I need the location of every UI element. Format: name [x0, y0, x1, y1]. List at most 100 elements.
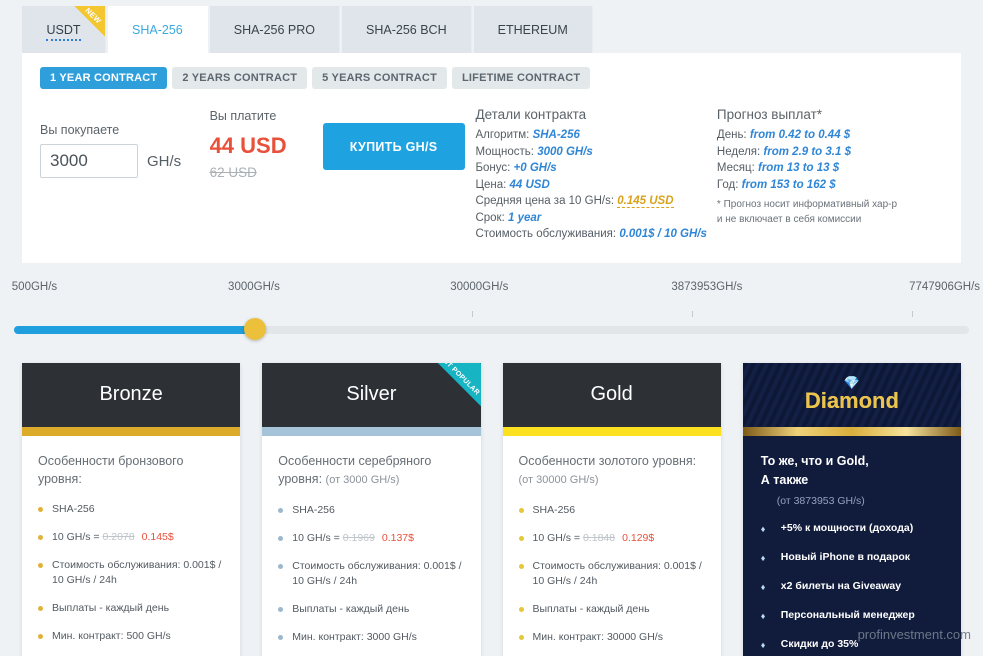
detail-label: Бонус: [475, 162, 511, 174]
feature-text: SHA-256 [532, 503, 576, 516]
feature-text: 10 GH/s = [532, 531, 583, 544]
contract-term-1-year[interactable]: 1 YEAR CONTRACT [40, 67, 168, 89]
contract-term-lifetime[interactable]: LIFETIME CONTRACT [452, 67, 591, 89]
silver-accent-bar [262, 426, 481, 436]
list-item: ♦ Скидки до 35% [761, 637, 945, 652]
list-item: SHA-256 [278, 503, 464, 518]
quantity-input[interactable] [40, 144, 138, 178]
slider-tick-label-2: 30000GH/s [450, 280, 509, 293]
contract-details-section: Детали контракта Алгоритм: SHA-256 Мощно… [471, 105, 706, 243]
feature-text: SHA-256 [52, 502, 95, 515]
forecast-disclaimer-line2: и не включает в себя комиссии [716, 214, 862, 225]
gold-accent-bar [502, 426, 721, 436]
forecast-value: from 0.42 to 0.44 $ [749, 129, 851, 141]
tab-ethereum[interactable]: ETHEREUM [473, 6, 593, 53]
bronze-title: Bronze [99, 383, 163, 405]
diamond-bullet-icon: ♦ [760, 552, 766, 563]
bullet-icon [518, 563, 524, 569]
feature-text: Стоимость обслуживания: 0.001$ / 10 GH/s… [52, 558, 222, 586]
tab-ethereum-label: ETHEREUM [497, 23, 568, 37]
diamond-title: Diamond [804, 387, 899, 413]
detail-label: Срок: [475, 211, 505, 224]
slider-tick-mark-2 [472, 310, 474, 317]
list-item: 10 GH/s = 0.2078 0.145$ [38, 530, 224, 545]
pricing-page: USDT NEW SHA-256 SHA-256 PRO SHA-256 BCH… [0, 0, 983, 656]
bronze-header: Bronze [22, 362, 241, 427]
tab-sha256-pro[interactable]: SHA-256 PRO [209, 6, 341, 53]
contract-term-2-years[interactable]: 2 YEARS CONTRACT [172, 67, 308, 89]
forecast-row-day: День: from 0.42 to 0.44 $ [717, 127, 943, 144]
list-item: Стоимость обслуживания: 0.001$ / 10 GH/s… [278, 559, 464, 589]
detail-row-bonus: Бонус: +0 GH/s [475, 160, 706, 177]
forecast-title: Прогноз выплат* [716, 107, 823, 122]
hashrate-slider-section: 500GH/s 3000GH/s 30000GH/s 3873953GH/s 7… [0, 281, 983, 351]
tier-card-diamond: 💎 Diamond То же, что и Gold, А также (от… [742, 362, 961, 656]
silver-body: Особенности серебряного уровня: (от 3000… [262, 436, 480, 656]
feature-text: Персональный менеджер [780, 608, 915, 621]
feature-text: Стоимость обслуживания: 0.001$ / 10 GH/s… [532, 559, 702, 587]
forecast-disclaimer-line1: * Прогноз носит информативный хар-р [716, 199, 898, 210]
detail-row-term: Срок: 1 year [475, 210, 706, 227]
silver-features-title: Особенности серебряного уровня: (от 3000… [278, 452, 464, 489]
you-buy-label: Вы покупаете [40, 123, 120, 137]
detail-value: 3000 GH/s [537, 145, 593, 158]
bronze-feature-list: SHA-256 10 GH/s = 0.2078 0.145$ Стоимость… [38, 502, 224, 644]
detail-value: SHA-256 [532, 129, 580, 141]
tab-sha256[interactable]: SHA-256 [108, 6, 208, 53]
diamond-bullet-icon: ♦ [760, 639, 766, 650]
bullet-icon [278, 606, 284, 612]
feature-text: 10 GH/s = [52, 530, 103, 543]
forecast-row-month: Месяц: from 13 to 13 $ [717, 160, 943, 177]
bronze-body: Особенности бронзового уровня: SHA-256 1… [22, 436, 240, 656]
slider-track-area[interactable] [14, 310, 969, 341]
diamond-body: То же, что и Gold, А также (от 3873953 G… [743, 436, 961, 656]
diamond-lead-line1: То же, что и Gold, [760, 453, 869, 468]
detail-label: Алгоритм: [475, 129, 530, 141]
bullet-icon [518, 634, 524, 640]
feature-new-price: 0.145$ [141, 530, 174, 543]
silver-features-subtitle: (от 3000 GH/s) [325, 473, 400, 486]
bronze-features-title: Особенности бронзового уровня: [38, 452, 224, 488]
silver-title: Silver [346, 383, 397, 405]
feature-text: Выплаты - каждый день [52, 601, 170, 614]
list-item: Выплаты - каждый день [38, 601, 224, 616]
slider-thumb[interactable] [243, 317, 266, 340]
forecast-row-week: Неделя: from 2.9 to 3.1 $ [717, 144, 943, 161]
list-item: Стоимость обслуживания: 0.001$ / 10 GH/s… [518, 559, 705, 589]
buy-ghs-button[interactable]: КУПИТЬ GH/S [322, 123, 465, 170]
detail-row-power: Мощность: 3000 GH/s [475, 144, 706, 161]
list-item: 10 GH/s = 0.1969 0.137$ [278, 531, 464, 546]
list-item: ♦ Персональный менеджер [761, 608, 945, 623]
bullet-icon [278, 563, 284, 569]
gold-features-subtitle: (от 30000 GH/s) [518, 473, 599, 486]
diamond-accent-bar [742, 426, 961, 436]
detail-label: Цена: [475, 178, 507, 191]
feature-new-price: 0.137$ [381, 531, 414, 544]
slider-filled-track [14, 325, 255, 334]
old-price: 62 USD [209, 165, 257, 180]
bullet-icon [518, 535, 524, 541]
feature-new-price: 0.129$ [622, 531, 655, 544]
gold-features-title: Особенности золотого уровня: (от 30000 G… [519, 452, 705, 489]
detail-row-maintenance: Стоимость обслуживания: 0.001$ / 10 GH/s [475, 226, 706, 243]
bronze-features-title-text: Особенности бронзового уровня: [38, 453, 184, 486]
detail-value: 0.001$ / 10 GH/s [619, 228, 707, 240]
feature-old-price: 0.2078 [102, 530, 135, 543]
feature-text: Выплаты - каждый день [292, 602, 410, 615]
list-item: ♦ Новый iPhone в подарок [761, 550, 945, 565]
contract-term-5-years[interactable]: 5 YEARS CONTRACT [312, 67, 447, 89]
tab-usdt[interactable]: USDT NEW [22, 6, 106, 53]
list-item: Стоимость обслуживания: 0.001$ / 10 GH/s… [38, 558, 224, 588]
list-item: Мин. контракт: 500 GH/s [38, 629, 224, 644]
bullet-icon [278, 634, 284, 640]
bullet-icon [518, 507, 524, 513]
tab-sha256-bch[interactable]: SHA-256 BCH [342, 6, 472, 53]
bullet-icon [38, 506, 43, 512]
price-section: Вы платите 44 USD 62 USD [210, 105, 323, 243]
diamond-bullet-icon: ♦ [760, 523, 766, 534]
tab-sha256-bch-label: SHA-256 BCH [366, 23, 447, 37]
detail-label: Средняя цена за 10 GH/s: [475, 195, 615, 207]
diamond-header: 💎 Diamond [742, 362, 961, 427]
forecast-label: День: [716, 129, 747, 141]
list-item: Мин. контракт: 30000 GH/s [518, 630, 705, 645]
